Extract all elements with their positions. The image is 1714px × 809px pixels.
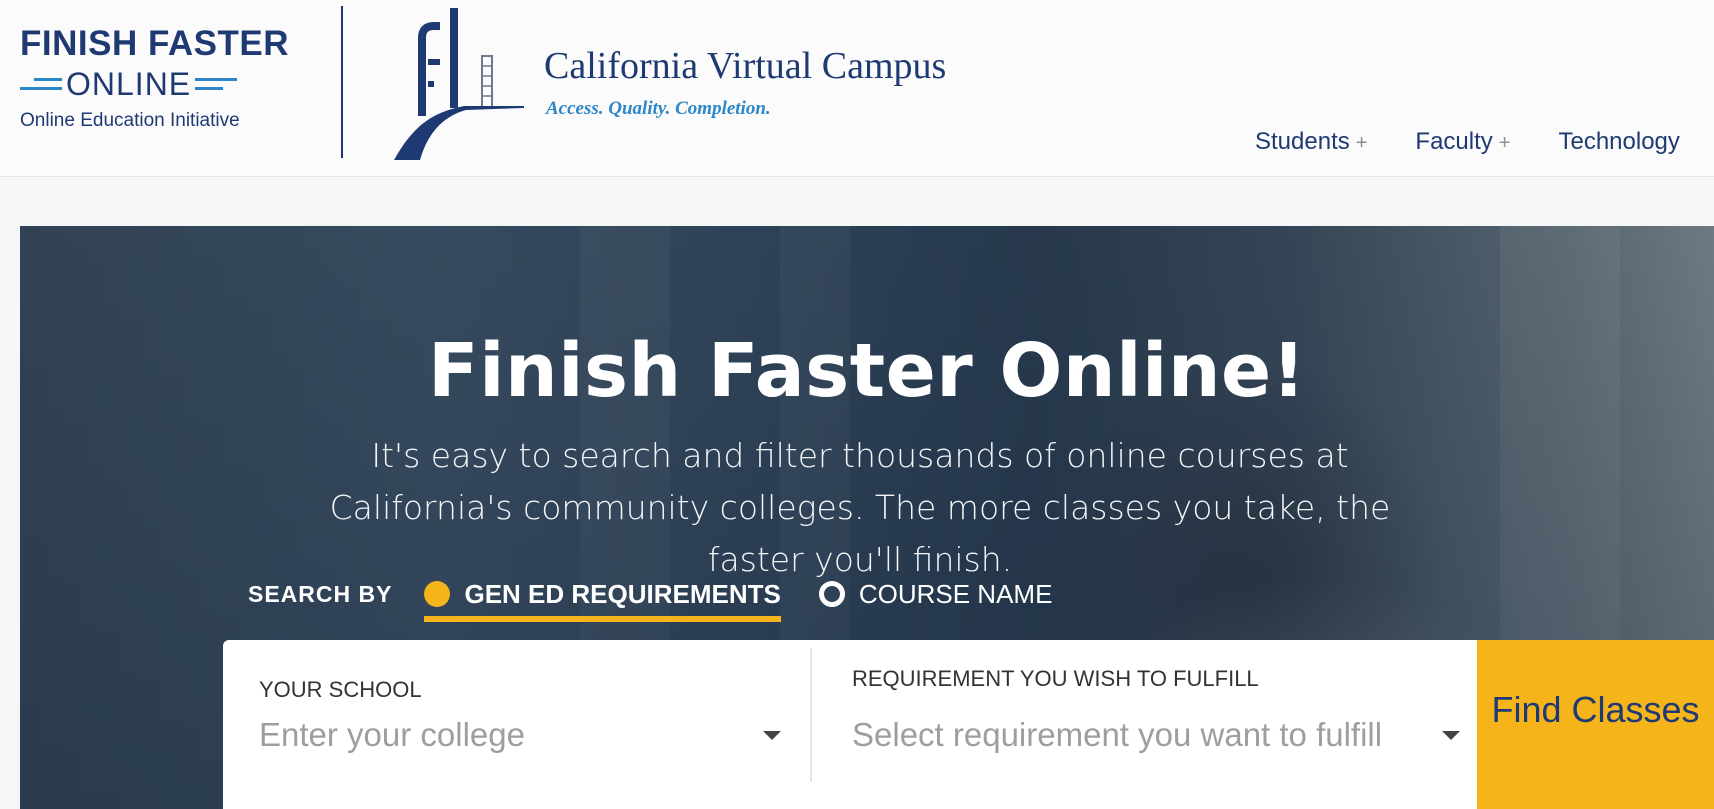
hero-banner: Finish Faster Online! It's easy to searc…	[20, 226, 1714, 809]
hero-title: Finish Faster Online!	[428, 328, 1306, 414]
site-header: FINISH FASTER ONLINE Online Education In…	[0, 0, 1714, 177]
cvc-bridge-logo-icon[interactable]	[394, 4, 524, 160]
ffo-lines-left-icon	[20, 78, 62, 90]
requirement-field-label: REQUIREMENT YOU WISH TO FULFILL	[852, 666, 1259, 691]
ffo-logo-subtitle: Online Education Initiative	[20, 110, 240, 131]
plus-icon: +	[1355, 132, 1368, 154]
hero-description: It's easy to search and filter thousands…	[329, 436, 1391, 579]
radio-course-name[interactable]: COURSE NAME	[818, 566, 1053, 622]
radio-label: GEN ED REQUIREMENTS	[464, 578, 781, 609]
cvc-name: California Virtual Campus	[544, 45, 947, 87]
find-classes-button[interactable]: Find Classes	[1477, 640, 1714, 809]
school-input[interactable]	[259, 712, 739, 758]
ffo-logo-online-row: ONLINE	[20, 66, 300, 102]
chevron-down-icon[interactable]	[763, 731, 781, 740]
radio-gen-ed-requirements[interactable]: GEN ED REQUIREMENTS	[424, 566, 781, 622]
finish-faster-online-logo[interactable]: FINISH FASTER ONLINE Online Education In…	[20, 24, 300, 132]
nav-item-faculty[interactable]: Faculty +	[1415, 128, 1510, 156]
nav-item-students[interactable]: Students +	[1255, 128, 1367, 156]
school-field[interactable]: YOUR SCHOOL	[223, 640, 810, 809]
search-by-toggle: SEARCH BY GEN ED REQUIREMENTS COURSE NAM…	[248, 566, 1052, 622]
school-field-label: YOUR SCHOOL	[259, 677, 422, 702]
ffo-logo-online: ONLINE	[66, 66, 192, 102]
radio-label: COURSE NAME	[858, 578, 1053, 609]
requirement-field[interactable]: REQUIREMENT YOU WISH TO FULFILL	[812, 640, 1477, 809]
search-by-label: SEARCH BY	[248, 580, 393, 607]
radio-selected-icon	[424, 581, 451, 607]
cvc-tagline: Access. Quality. Completion.	[546, 98, 771, 119]
nav-item-label: Faculty	[1415, 128, 1493, 155]
chevron-down-icon[interactable]	[1442, 731, 1460, 740]
requirement-select[interactable]	[852, 712, 1412, 758]
search-panel: YOUR SCHOOL REQUIREMENT YOU WISH TO FULF…	[223, 640, 1714, 809]
nav-item-label: Technology	[1558, 128, 1680, 155]
ffo-lines-right-icon	[195, 78, 238, 90]
ffo-logo-title: FINISH FASTER	[20, 24, 290, 63]
plus-icon: +	[1498, 132, 1511, 154]
nav-item-label: Students	[1255, 128, 1350, 155]
nav-item-technology[interactable]: Technology	[1558, 128, 1679, 156]
main-nav: Students + Faculty + Technology	[1255, 128, 1680, 156]
logo-divider	[341, 6, 343, 158]
radio-unselected-icon	[818, 581, 845, 607]
